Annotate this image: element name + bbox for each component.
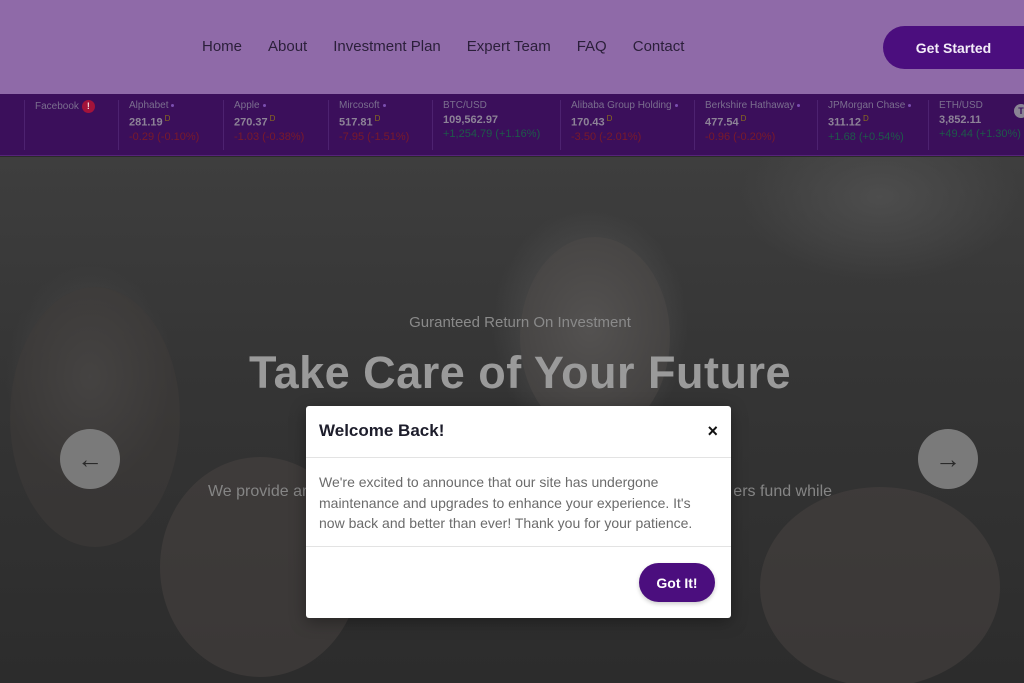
ticker-name: Apple bbox=[234, 100, 260, 111]
hero-subtitle: Guranteed Return On Investment bbox=[409, 314, 631, 331]
ticker-change: -0.29 (-0.10%) bbox=[129, 130, 200, 143]
got-it-button[interactable]: Got It! bbox=[639, 563, 715, 602]
arrow-right-icon: → bbox=[935, 443, 961, 474]
hero-description-left: We provide ar bbox=[207, 483, 308, 500]
nav-investment-plan[interactable]: Investment Plan bbox=[333, 38, 441, 55]
ticker-name: Facebook bbox=[35, 101, 79, 113]
prev-slide-button[interactable]: ← bbox=[60, 429, 120, 489]
nav-contact[interactable]: Contact bbox=[633, 38, 685, 55]
alert-icon: ! bbox=[81, 100, 95, 113]
ticker-unit: D bbox=[374, 114, 381, 123]
ticker-change: -3.50 (-2.01%) bbox=[571, 130, 642, 143]
ticker-price: 311.12 bbox=[828, 116, 862, 129]
main-nav: Home About Investment Plan Expert Team F… bbox=[202, 38, 684, 55]
ticker-name: Alphabet bbox=[129, 100, 169, 111]
site-header: Home About Investment Plan Expert Team F… bbox=[0, 0, 1024, 94]
modal-header: Welcome Back! × bbox=[306, 406, 731, 458]
ticker-item[interactable]: Alibaba Group Holding 170.43 D -3.50 (-2.… bbox=[560, 100, 690, 150]
ticker-price: 109,562.97 bbox=[443, 114, 499, 126]
welcome-modal: Welcome Back! × We're excited to announc… bbox=[306, 406, 731, 618]
dot-icon bbox=[262, 103, 266, 107]
ticker-name: Alibaba Group Holding bbox=[571, 100, 672, 111]
ticker-item[interactable]: JPMorgan Chase 311.12 D +1.68 (+0.54%) bbox=[817, 100, 927, 150]
ticker-change: +1,254.79 (+1.16%) bbox=[443, 128, 541, 140]
modal-title: Welcome Back! bbox=[319, 421, 445, 440]
dot-icon bbox=[171, 103, 175, 107]
ticker-change: +49.44 (+1.30%) bbox=[939, 128, 1021, 140]
ticker-price: 270.37 bbox=[234, 116, 268, 129]
ticker-unit: D bbox=[740, 114, 747, 123]
hero-description-right: ers fund while bbox=[733, 483, 833, 500]
ticker-price: 3,852.11 bbox=[939, 114, 982, 126]
dot-icon bbox=[908, 103, 912, 107]
background-photo bbox=[760, 487, 1000, 683]
ticker-price: 281.19 bbox=[129, 116, 163, 129]
ticker-price: 517.81 bbox=[339, 116, 373, 129]
ticker-logo-icon: T bbox=[1014, 104, 1024, 118]
ticker-item[interactable]: Alphabet 281.19 D -0.29 (-0.10%) bbox=[118, 100, 223, 150]
ticker-change: -1.03 (-0.38%) bbox=[234, 130, 305, 143]
nav-home[interactable]: Home bbox=[202, 38, 242, 55]
dot-icon bbox=[674, 103, 678, 107]
ticker-unit: D bbox=[164, 114, 171, 123]
hero-title: Take Care of Your Future bbox=[248, 347, 792, 398]
ticker-change: -0.96 (-0.20%) bbox=[705, 130, 776, 143]
ticker-name: BTC/USD bbox=[443, 100, 487, 111]
ticker-name: JPMorgan Chase bbox=[828, 100, 906, 111]
dot-icon bbox=[382, 103, 386, 107]
ticker-unit: D bbox=[269, 114, 276, 123]
nav-expert-team[interactable]: Expert Team bbox=[467, 38, 551, 55]
get-started-button[interactable]: Get Started bbox=[883, 26, 1024, 69]
ticker-price: 170.43 bbox=[571, 116, 605, 129]
modal-body: We're excited to announce that our site … bbox=[319, 474, 693, 531]
ticker-unit: D bbox=[863, 114, 869, 123]
ticker-price: 477.54 bbox=[705, 116, 739, 129]
dot-icon bbox=[797, 103, 801, 107]
next-slide-button[interactable]: → bbox=[918, 429, 978, 489]
ticker-name: Mircosoft bbox=[339, 100, 380, 111]
ticker-item[interactable]: Berkshire Hathaway 477.54 D -0.96 (-0.20%… bbox=[694, 100, 818, 150]
ticker-item[interactable]: BTC/USD 109,562.97 +1,254.79 (+1.16%) bbox=[432, 100, 557, 150]
ticker-name: ETH/USD bbox=[939, 100, 983, 111]
ticker-unit: D bbox=[606, 114, 613, 123]
nav-about[interactable]: About bbox=[268, 38, 307, 55]
ticker-item[interactable]: Facebook! bbox=[24, 100, 120, 150]
ticker-item[interactable]: Apple 270.37 D -1.03 (-0.38%) bbox=[223, 100, 323, 150]
arrow-left-icon: ← bbox=[77, 443, 103, 474]
ticker-change: -7.95 (-1.51%) bbox=[339, 130, 410, 143]
ticker-item[interactable]: Mircosoft 517.81 D -7.95 (-1.51%) bbox=[328, 100, 433, 150]
ticker-item[interactable]: ETH/USD 3,852.11 +49.44 (+1.30%) bbox=[928, 100, 1024, 150]
nav-faq[interactable]: FAQ bbox=[577, 38, 607, 55]
ticker-name: Berkshire Hathaway bbox=[705, 100, 795, 111]
stock-ticker: Facebook! Alphabet 281.19 D -0.29 (-0.10%… bbox=[0, 94, 1024, 156]
close-icon[interactable]: × bbox=[707, 421, 718, 442]
modal-footer: Got It! bbox=[306, 546, 731, 618]
ticker-change: +1.68 (+0.54%) bbox=[828, 130, 904, 143]
